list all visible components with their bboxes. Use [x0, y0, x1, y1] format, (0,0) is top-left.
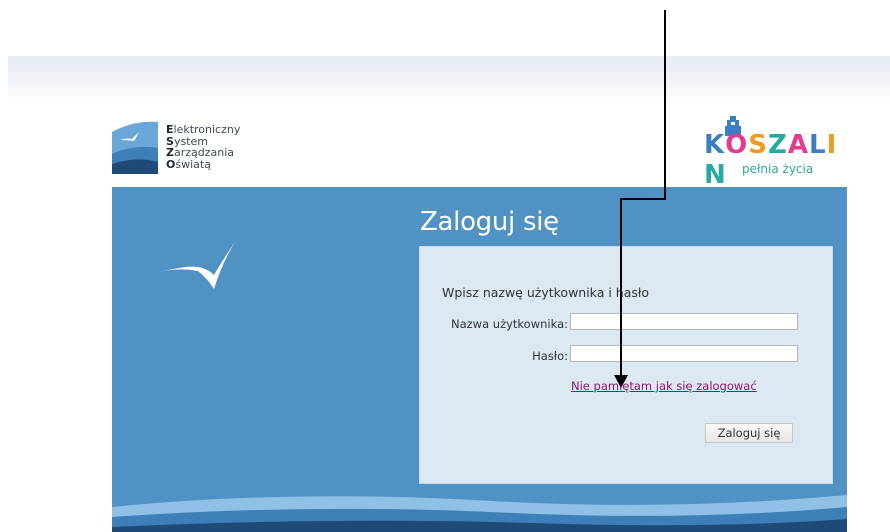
eszo-logo-icon [112, 118, 160, 176]
koszalin-letter: A [787, 130, 809, 160]
top-gradient-band [8, 56, 890, 106]
koszalin-letter: I [826, 130, 838, 160]
koszalin-logo: KOSZALI N pełnia życia [704, 116, 846, 190]
page-title: Zaloguj się [420, 207, 559, 237]
seagull-icon [156, 242, 235, 289]
koszalin-letter: K [704, 130, 726, 160]
eszo-line-4: Oświatą [166, 157, 211, 171]
forgot-password-link[interactable]: Nie pamiętam jak się zalogować [571, 379, 757, 393]
wave-decoration [112, 495, 847, 532]
username-label: Nazwa użytkownika: [451, 317, 568, 331]
koszalin-tagline: pełnia życia [742, 162, 814, 176]
koszalin-wordmark: KOSZALI N [704, 130, 846, 190]
koszalin-letter: O [725, 130, 749, 160]
username-input[interactable] [570, 313, 798, 330]
password-label: Hasło: [532, 349, 568, 363]
login-panel: Zaloguj się Wpisz nazwę użytkownika i ha… [112, 187, 847, 532]
koszalin-letter: S [748, 130, 768, 160]
password-input[interactable] [570, 345, 798, 362]
eszo-logo-text: Elektroniczny System Zarządzania Oświatą [166, 124, 240, 170]
login-button[interactable]: Zaloguj się [705, 423, 793, 443]
koszalin-letter: Z [768, 130, 788, 160]
login-form: Wpisz nazwę użytkownika i hasło Nazwa uż… [419, 246, 833, 484]
koszalin-letter: L [808, 130, 827, 160]
login-prompt: Wpisz nazwę użytkownika i hasło [442, 285, 650, 300]
koszalin-letter: N [704, 160, 727, 190]
